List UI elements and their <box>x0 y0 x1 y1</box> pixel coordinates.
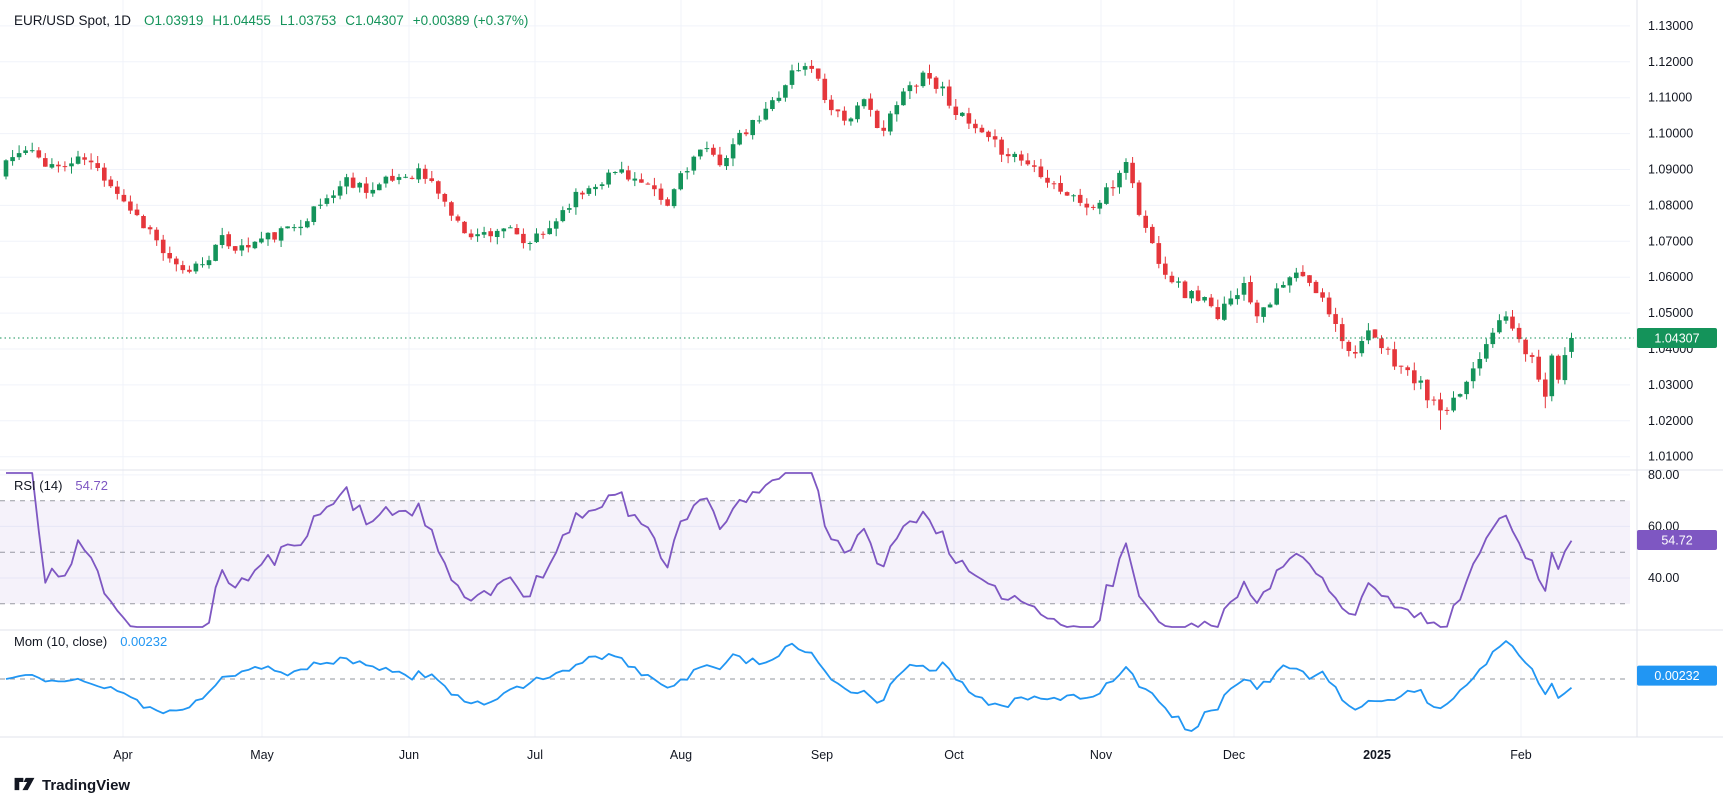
chart-canvas[interactable]: 1.13000 1.12000 1.11000 1.10000 1.09000 1.080… <box>0 0 1723 803</box>
svg-text:Jul: Jul <box>527 748 543 762</box>
svg-text:1.07000: 1.07000 <box>1648 234 1693 248</box>
svg-text:1.10000: 1.10000 <box>1648 127 1693 141</box>
symbol-legend: EUR/USD Spot, 1D O1.03919 H1.04455 L1.03… <box>14 13 528 28</box>
ohlc-change: +0.00389 (+0.37%) <box>413 13 529 28</box>
tradingview-logo-link[interactable]: TradingView <box>14 777 130 794</box>
svg-text:1.12000: 1.12000 <box>1648 55 1693 69</box>
rsi-value: 54.72 <box>75 478 108 493</box>
svg-text:40.00: 40.00 <box>1648 571 1679 585</box>
svg-text:Feb: Feb <box>1510 748 1532 762</box>
svg-text:1.02000: 1.02000 <box>1648 414 1693 428</box>
svg-text:Nov: Nov <box>1090 748 1113 762</box>
tradingview-chart-window: 1.13000 1.12000 1.11000 1.10000 1.09000 1.080… <box>0 0 1723 803</box>
svg-text:Jun: Jun <box>399 748 419 762</box>
mom-value: 0.00232 <box>120 634 167 649</box>
svg-text:2025: 2025 <box>1363 748 1391 762</box>
svg-text:Aug: Aug <box>670 748 692 762</box>
mom-badge: 0.00232 <box>1637 666 1717 686</box>
svg-text:54.72: 54.72 <box>1661 534 1692 548</box>
tradingview-icon <box>14 777 35 794</box>
rsi-badge: 54.72 <box>1637 530 1717 550</box>
ohlc-close: C1.04307 <box>345 13 404 28</box>
symbol-title[interactable]: EUR/USD Spot, 1D <box>14 13 131 28</box>
mom-legend: Mom (10, close) 0.00232 <box>14 634 167 649</box>
candlestick-series <box>4 60 1574 430</box>
svg-text:1.11000: 1.11000 <box>1648 91 1692 105</box>
rsi-indicator-label[interactable]: RSI (14) <box>14 478 62 493</box>
svg-text:Dec: Dec <box>1223 748 1245 762</box>
svg-text:80.00: 80.00 <box>1648 468 1679 482</box>
svg-text:Apr: Apr <box>113 748 132 762</box>
svg-text:1.09000: 1.09000 <box>1648 163 1693 177</box>
svg-text:Oct: Oct <box>944 748 964 762</box>
svg-text:1.06000: 1.06000 <box>1648 270 1693 284</box>
time-axis[interactable]: Apr May Jun Jul Aug Sep Oct Nov Dec 2025 Feb <box>113 748 1532 762</box>
svg-text:1.13000: 1.13000 <box>1648 19 1693 33</box>
svg-text:Sep: Sep <box>811 748 833 762</box>
ohlc-low: L1.03753 <box>280 13 336 28</box>
price-badge: 1.04307 <box>1637 328 1717 348</box>
svg-text:1.05000: 1.05000 <box>1648 306 1693 320</box>
svg-text:1.08000: 1.08000 <box>1648 198 1693 212</box>
price-axis[interactable]: 1.13000 1.12000 1.11000 1.10000 1.09000 1.080… <box>1648 19 1693 585</box>
svg-text:May: May <box>250 748 274 762</box>
svg-text:0.00232: 0.00232 <box>1654 669 1699 683</box>
mom-line <box>6 641 1572 731</box>
ohlc-open: O1.03919 <box>144 13 203 28</box>
brand-name: TradingView <box>42 777 130 794</box>
svg-text:1.01000: 1.01000 <box>1648 450 1693 464</box>
rsi-legend: RSI (14) 54.72 <box>14 478 108 493</box>
svg-text:1.03000: 1.03000 <box>1648 378 1693 392</box>
ohlc-high: H1.04455 <box>212 13 271 28</box>
mom-indicator-label[interactable]: Mom (10, close) <box>14 634 107 649</box>
gridlines <box>0 0 1630 737</box>
svg-text:1.04307: 1.04307 <box>1654 332 1699 346</box>
